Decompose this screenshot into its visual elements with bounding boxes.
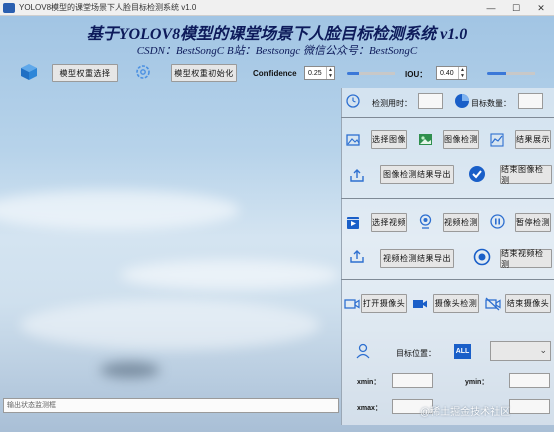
image-detect-button[interactable]: 图像检测 bbox=[443, 130, 479, 149]
divider bbox=[341, 117, 554, 118]
confidence-spinbox[interactable]: 0.25 ▲ ▼ bbox=[304, 66, 335, 80]
pie-chart-icon bbox=[454, 93, 470, 109]
chevron-down-icon: ⌄ bbox=[539, 345, 547, 355]
ymax-value bbox=[509, 399, 550, 414]
xmin-value bbox=[392, 373, 433, 388]
image-detect-icon bbox=[418, 132, 433, 147]
end-camera-detect-button[interactable]: 结束摄像头 bbox=[505, 294, 551, 313]
camera-icon bbox=[344, 297, 360, 311]
settings-gear-icon[interactable] bbox=[135, 64, 151, 80]
end-video-detect-button[interactable]: 结束视频检测 bbox=[500, 249, 552, 269]
camera-detect-button[interactable]: 摄像头检测 bbox=[433, 294, 479, 313]
watermark-text: @稀土掘金技术社区 bbox=[420, 407, 511, 418]
webcam-icon bbox=[418, 214, 433, 229]
divider bbox=[341, 198, 554, 199]
select-image-button[interactable]: 选择图像 bbox=[371, 130, 407, 149]
xmin-label: xmin： bbox=[357, 379, 381, 386]
image-icon bbox=[346, 133, 360, 147]
xmax-label: xmax： bbox=[357, 405, 382, 412]
target-count-value bbox=[518, 93, 543, 109]
window-titlebar: YOLOV8模型的课堂场景下人脸目标检测系统 v1.0 — ☐ ✕ bbox=[0, 0, 554, 16]
upload-icon bbox=[350, 249, 364, 263]
camera-detect-icon bbox=[412, 297, 428, 311]
confidence-label: Confidence bbox=[253, 69, 297, 78]
open-camera-button[interactable]: 打开摄像头 bbox=[361, 294, 407, 313]
iou-value: 0.40 bbox=[440, 69, 454, 77]
stop-circle-icon bbox=[473, 248, 491, 266]
ymin-value bbox=[509, 373, 550, 388]
line-chart-icon bbox=[490, 133, 504, 147]
confidence-slider[interactable] bbox=[347, 72, 395, 75]
pause-icon bbox=[490, 214, 505, 229]
upload-icon bbox=[350, 168, 364, 182]
video-detect-button[interactable]: 视频检测 bbox=[443, 213, 479, 232]
camera-off-icon bbox=[485, 297, 501, 311]
detect-time-value bbox=[418, 93, 443, 109]
iou-spinbox[interactable]: 0.40 ▲ ▼ bbox=[436, 66, 467, 80]
divider bbox=[341, 279, 554, 280]
clock-icon bbox=[346, 94, 360, 108]
target-position-label: 目标位置： bbox=[396, 349, 436, 358]
iou-slider[interactable] bbox=[487, 72, 535, 75]
select-weights-button[interactable]: 模型权重选择 bbox=[52, 64, 118, 82]
end-image-detect-button[interactable]: 结束图像检测 bbox=[500, 165, 552, 185]
spin-arrows-icon[interactable]: ▲ ▼ bbox=[458, 67, 466, 79]
window-title: YOLOV8模型的课堂场景下人脸目标检测系统 v1.0 bbox=[19, 3, 197, 12]
all-badge-icon: ALL bbox=[454, 344, 471, 359]
page-subtitle: CSDN：BestSongC B站：Bestsongc 微信公众号：BestSo… bbox=[136, 45, 418, 57]
show-result-button[interactable]: 结果展示 bbox=[515, 130, 551, 149]
export-video-result-button[interactable]: 视频检测结果导出 bbox=[380, 249, 454, 268]
target-select-dropdown[interactable]: ⌄ bbox=[490, 341, 551, 361]
check-circle-icon bbox=[468, 165, 486, 183]
detect-time-label: 检测用时： bbox=[372, 99, 412, 108]
location-pin-icon bbox=[356, 343, 370, 359]
cube-icon bbox=[20, 63, 38, 81]
spin-arrows-icon[interactable]: ▲ ▼ bbox=[326, 67, 334, 79]
app-icon bbox=[3, 2, 15, 13]
status-output-box[interactable]: 输出状态监测框 bbox=[3, 398, 339, 413]
target-count-label: 目标数量： bbox=[471, 99, 511, 108]
maximize-button[interactable]: ☐ bbox=[503, 0, 529, 16]
confidence-value: 0.25 bbox=[308, 69, 322, 77]
ymin-label: ymin： bbox=[465, 379, 489, 386]
iou-label: IOU： bbox=[405, 70, 428, 79]
video-file-icon bbox=[346, 216, 360, 230]
pause-detect-button[interactable]: 暂停检测 bbox=[515, 213, 551, 232]
page-title: 基于YOLOV8模型的课堂场景下人脸目标检测系统 v1.0 bbox=[86, 26, 468, 43]
export-image-result-button[interactable]: 图像检测结果导出 bbox=[380, 165, 454, 184]
minimize-button[interactable]: — bbox=[478, 0, 504, 16]
init-weights-button[interactable]: 模型权重初始化 bbox=[171, 64, 237, 82]
close-button[interactable]: ✕ bbox=[528, 0, 554, 16]
select-video-button[interactable]: 选择视频 bbox=[371, 213, 407, 232]
